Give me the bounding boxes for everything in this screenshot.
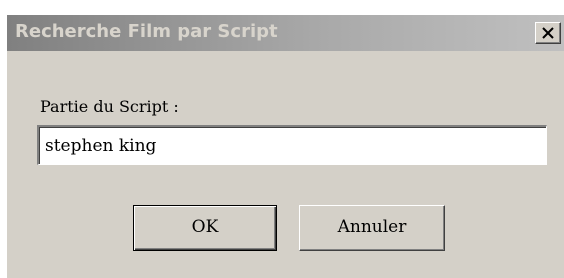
close-button[interactable] [535,22,561,44]
script-part-label: Partie du Script : [40,97,179,116]
search-dialog: Recherche Film par Script Partie du Scri… [6,14,564,278]
close-icon [542,27,554,39]
cancel-button[interactable]: Annuler [299,205,445,251]
script-search-input[interactable] [37,125,547,165]
ok-button[interactable]: OK [133,205,277,251]
title-bar[interactable]: Recherche Film par Script [7,15,564,51]
dialog-title: Recherche Film par Script [15,21,278,42]
